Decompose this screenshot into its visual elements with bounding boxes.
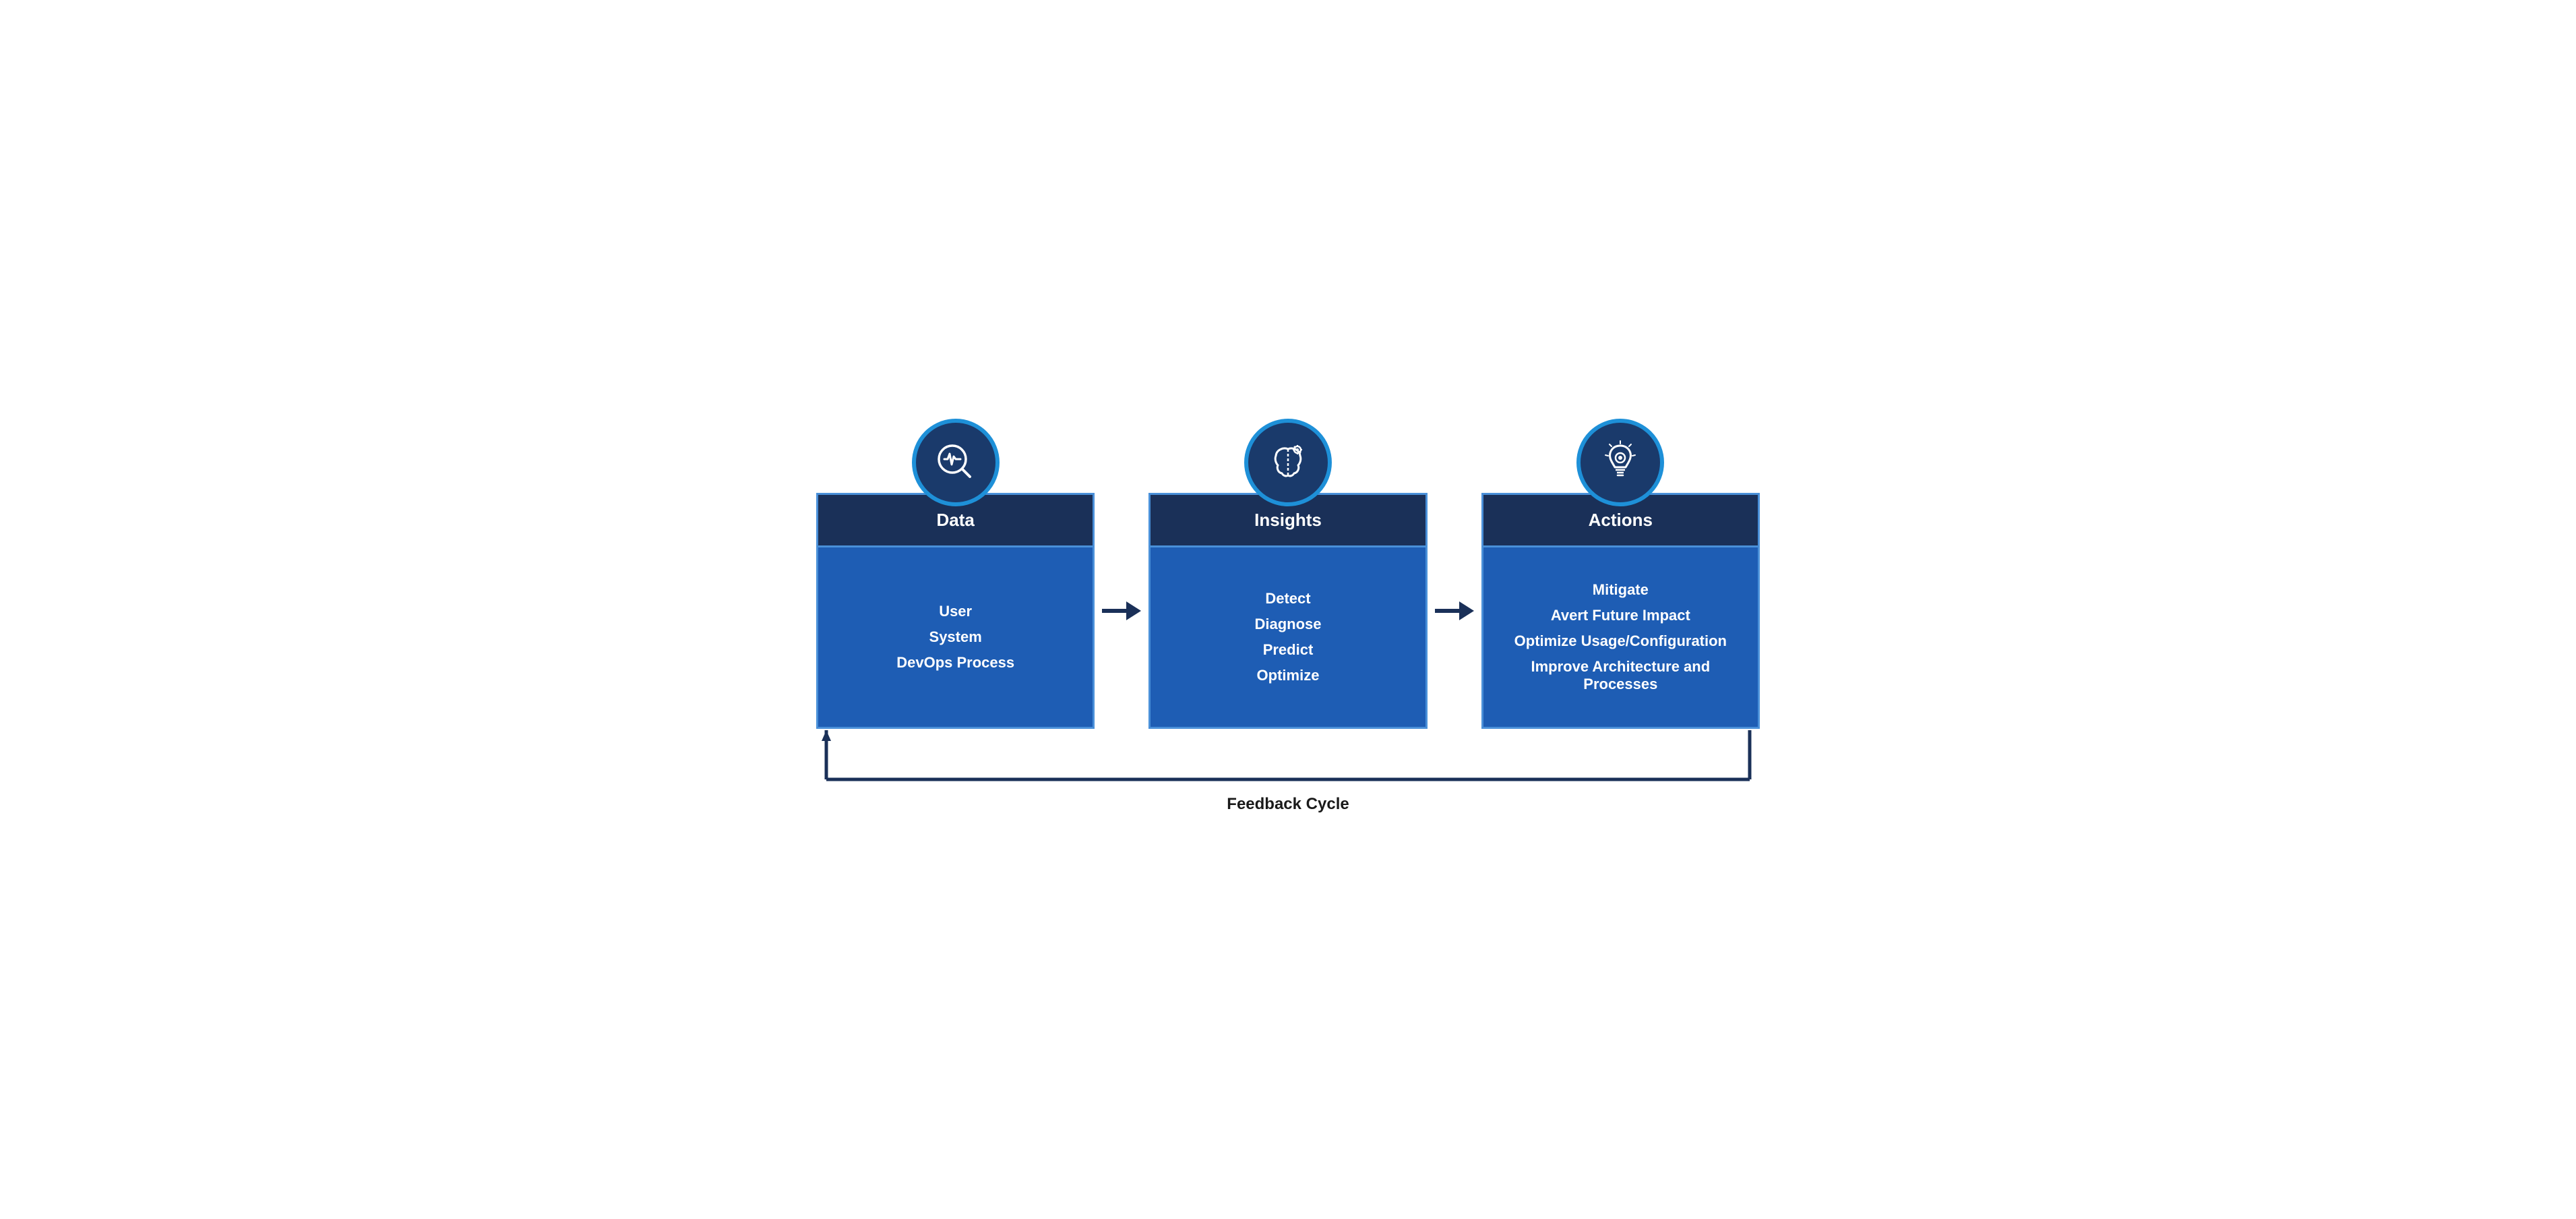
list-item: DevOps Process bbox=[896, 654, 1014, 672]
feedback-label: Feedback Cycle bbox=[1227, 795, 1349, 814]
insights-column: Insights Detect Diagnose Predict Optimiz… bbox=[1148, 493, 1427, 729]
list-item: Improve Architecture and Processes bbox=[1504, 658, 1738, 693]
brain-gear-icon bbox=[1264, 439, 1312, 486]
data-icon-circle bbox=[912, 419, 1000, 506]
feedback-line-container bbox=[816, 729, 1760, 790]
actions-column-body: Mitigate Avert Future Impact Optimize Us… bbox=[1483, 547, 1758, 727]
arrow-right-1 bbox=[1102, 601, 1141, 620]
arrow-line-2 bbox=[1435, 609, 1459, 613]
lightbulb-gear-icon bbox=[1597, 439, 1644, 486]
data-column-body: User System DevOps Process bbox=[818, 547, 1093, 727]
list-item: Predict bbox=[1254, 641, 1321, 659]
data-column: Data User System DevOps Process bbox=[816, 493, 1095, 729]
list-item: Avert Future Impact bbox=[1504, 607, 1738, 624]
feedback-row: Feedback Cycle bbox=[816, 729, 1760, 814]
icons-row bbox=[816, 405, 1760, 493]
list-item: Diagnose bbox=[1254, 616, 1321, 633]
insights-icon-circle bbox=[1244, 419, 1332, 506]
data-items-list: User System DevOps Process bbox=[896, 603, 1014, 672]
list-item: User bbox=[896, 603, 1014, 620]
list-item: Detect bbox=[1254, 590, 1321, 607]
search-monitor-icon bbox=[932, 439, 979, 486]
list-item: Mitigate bbox=[1504, 581, 1738, 599]
arrow-head-2 bbox=[1459, 601, 1474, 620]
list-item: Optimize bbox=[1254, 667, 1321, 684]
arrow-head-1 bbox=[1126, 601, 1141, 620]
list-item: Optimize Usage/Configuration bbox=[1504, 632, 1738, 650]
list-item: System bbox=[896, 628, 1014, 646]
arrow-1 bbox=[1095, 493, 1148, 729]
actions-icon-circle bbox=[1576, 419, 1664, 506]
arrow-right-2 bbox=[1435, 601, 1474, 620]
columns-row: Data User System DevOps Process Insights… bbox=[816, 493, 1760, 729]
feedback-svg bbox=[816, 729, 1760, 790]
diagram-wrapper: Data User System DevOps Process Insights… bbox=[816, 405, 1760, 814]
actions-column: Actions Mitigate Avert Future Impact Opt… bbox=[1481, 493, 1760, 729]
actions-items-list: Mitigate Avert Future Impact Optimize Us… bbox=[1504, 581, 1738, 693]
insights-column-body: Detect Diagnose Predict Optimize bbox=[1151, 547, 1425, 727]
arrow-line-1 bbox=[1102, 609, 1126, 613]
insights-items-list: Detect Diagnose Predict Optimize bbox=[1254, 590, 1321, 684]
arrow-2 bbox=[1428, 493, 1481, 729]
